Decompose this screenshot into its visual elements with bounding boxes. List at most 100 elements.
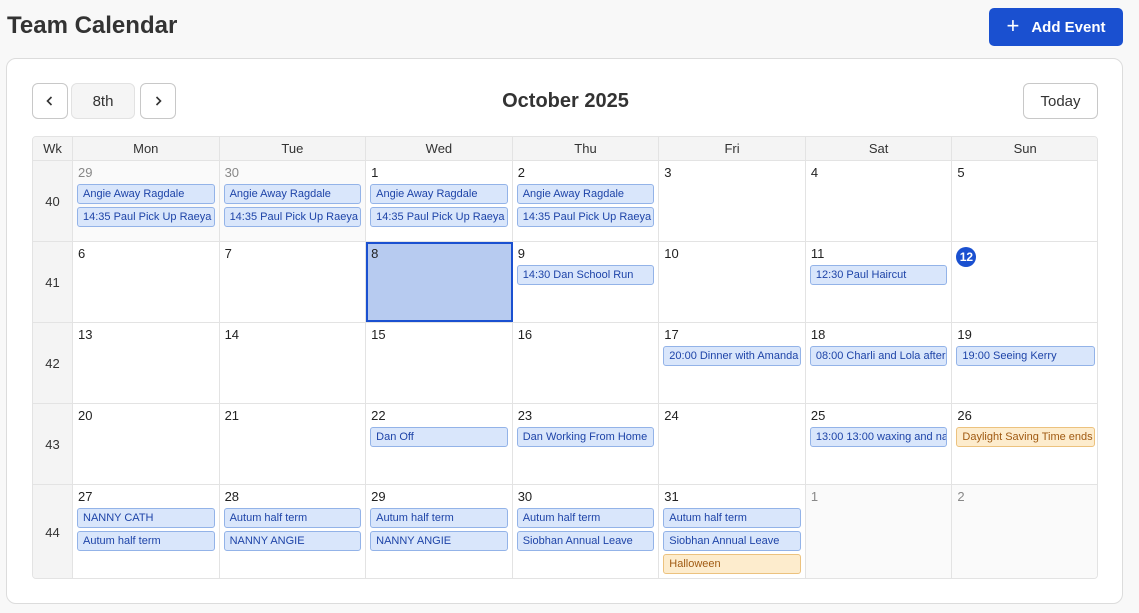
day-cell[interactable]: 31 Autum half term Siobhan Annual Leave Hal… — [659, 485, 806, 578]
day-cell[interactable]: 17 20:00 Dinner with Amanda — [659, 323, 806, 403]
event-chip[interactable]: Autum half term — [370, 508, 508, 528]
event-chip[interactable]: Angie Away Ragdale — [77, 184, 215, 204]
event-chip[interactable]: 08:00 Charli and Lola after swimming — [809, 346, 948, 366]
week-row: 42 13 14 15 16 17 20:00 Dinner with Amanda 18 08… — [33, 323, 1097, 404]
page-title: Team Calendar — [7, 12, 178, 39]
day-number: 7 — [224, 246, 232, 261]
day-cell[interactable]: 6 — [73, 242, 220, 322]
day-cell[interactable]: 30 Autum half term Siobhan Annual Leave — [512, 485, 660, 578]
event-chip[interactable]: Dan Off — [370, 427, 508, 447]
week-number: 43 — [33, 404, 73, 484]
day-cell[interactable]: 9 14:30 Dan School Run — [512, 242, 660, 322]
event-chip[interactable]: Autum half term — [663, 508, 801, 528]
day-cell[interactable]: 1 — [805, 485, 953, 578]
day-cell[interactable]: 4 — [805, 161, 953, 241]
day-cell[interactable]: 12 — [952, 242, 1097, 322]
event-chip[interactable]: 14:35 Paul Pick Up Raeya — [370, 207, 508, 227]
event-chip[interactable]: Angie Away Ragdale — [370, 184, 508, 204]
day-cell[interactable]: 20 — [73, 404, 220, 484]
day-number: 9 — [517, 246, 525, 261]
event-chip[interactable]: NANNY CATH — [77, 508, 215, 528]
day-cell[interactable]: 2 Angie Away Ragdale 14:35 Paul Pick Up Ra… — [512, 161, 660, 241]
holiday-chip[interactable]: Daylight Saving Time ends — [956, 427, 1095, 447]
week-number: 42 — [33, 323, 73, 403]
day-number: 13 — [78, 327, 93, 342]
event-chip[interactable]: Autum half term — [516, 508, 655, 528]
day-cell[interactable]: 23 Dan Working From Home — [512, 404, 660, 484]
day-number: 26 — [957, 408, 972, 423]
add-event-button[interactable]: + Add Event — [989, 8, 1123, 46]
day-cell[interactable]: 30 Angie Away Ragdale 14:35 Paul Pick Up R… — [219, 161, 367, 241]
day-number: 23 — [517, 408, 533, 423]
day-cell[interactable]: 21 — [219, 404, 367, 484]
day-cell[interactable]: 26 Daylight Saving Time ends — [952, 404, 1097, 484]
day-number: 30 — [224, 165, 240, 180]
day-number: 16 — [517, 327, 533, 342]
day-header-wed: Wed — [366, 137, 513, 161]
event-chip[interactable]: 14:35 Paul Pick Up Raeya — [223, 207, 362, 227]
day-number: 19 — [957, 327, 972, 342]
day-number: 1 — [810, 489, 819, 504]
day-cell[interactable]: 1 Angie Away Ragdale 14:35 Paul Pick Up Ra… — [366, 161, 513, 241]
event-chip[interactable]: 13:00 13:00 waxing and nails — [809, 427, 948, 447]
day-cell[interactable]: 29 Angie Away Ragdale 14:35 Paul Pick Up R… — [73, 161, 220, 241]
event-chip[interactable]: 14:30 Dan School Run — [516, 265, 655, 285]
day-number: 3 — [664, 165, 672, 180]
day-cell[interactable]: 16 — [512, 323, 660, 403]
event-chip[interactable]: Siobhan Annual Leave — [516, 531, 655, 551]
day-number: 30 — [517, 489, 533, 504]
event-chip[interactable]: 14:35 Paul Pick Up Raeya — [77, 207, 215, 227]
day-cell[interactable]: 14 — [219, 323, 367, 403]
day-cell[interactable]: 28 Autum half term NANNY ANGIE — [219, 485, 367, 578]
today-button[interactable]: Today — [1023, 83, 1098, 119]
event-chip[interactable]: Autum half term — [223, 508, 362, 528]
day-cell[interactable]: 2 — [952, 485, 1097, 578]
day-cell[interactable]: 11 12:30 Paul Haircut — [805, 242, 953, 322]
event-chip[interactable]: 19:00 Seeing Kerry — [956, 346, 1095, 366]
event-chip[interactable]: 12:30 Paul Haircut — [809, 265, 948, 285]
day-cell[interactable]: 15 — [366, 323, 513, 403]
day-cell[interactable]: 8 — [366, 242, 513, 322]
event-chip[interactable]: Siobhan Annual Leave — [663, 531, 801, 551]
day-number: 14 — [224, 327, 240, 342]
day-cell[interactable]: 7 — [219, 242, 367, 322]
event-chip[interactable]: Autum half term — [77, 531, 215, 551]
day-cell[interactable]: 29 Autum half term NANNY ANGIE — [366, 485, 513, 578]
week-number: 44 — [33, 485, 73, 578]
day-cell[interactable]: 19 19:00 Seeing Kerry — [952, 323, 1097, 403]
event-chip[interactable]: 20:00 Dinner with Amanda — [663, 346, 801, 366]
day-cell[interactable]: 22 Dan Off — [366, 404, 513, 484]
day-header-tue: Tue — [219, 137, 367, 161]
day-cell[interactable]: 25 13:00 13:00 waxing and nails — [805, 404, 953, 484]
day-cell[interactable]: 10 — [659, 242, 806, 322]
day-header-mon: Mon — [73, 137, 220, 161]
day-number: 12 — [956, 247, 1095, 267]
day-cell[interactable]: 5 — [952, 161, 1097, 241]
event-chip[interactable]: Angie Away Ragdale — [223, 184, 362, 204]
day-number: 29 — [371, 489, 386, 504]
event-chip[interactable]: NANNY ANGIE — [223, 531, 362, 551]
event-chip[interactable]: 14:35 Paul Pick Up Raeya — [516, 207, 655, 227]
today-indicator: 12 — [956, 247, 977, 267]
day-number: 6 — [78, 246, 86, 261]
week-row: 40 29 Angie Away Ragdale 14:35 Paul Pick Up… — [33, 161, 1097, 242]
day-number: 25 — [810, 408, 826, 423]
event-chip[interactable]: Angie Away Ragdale — [516, 184, 655, 204]
day-number: 10 — [664, 246, 679, 261]
week-number-header: Wk — [33, 137, 73, 161]
day-cell[interactable]: 24 — [659, 404, 806, 484]
day-number: 18 — [810, 327, 826, 342]
month-title: October 2025 — [502, 90, 629, 112]
holiday-chip[interactable]: Halloween — [663, 554, 801, 574]
day-number: 8 — [371, 246, 379, 261]
day-number: 4 — [810, 165, 819, 180]
event-chip[interactable]: NANNY ANGIE — [370, 531, 508, 551]
day-cell[interactable]: 3 — [659, 161, 806, 241]
day-header-sun: Sun — [952, 137, 1097, 161]
day-cell[interactable]: 18 08:00 Charli and Lola after swimming — [805, 323, 953, 403]
week-number: 41 — [33, 242, 73, 322]
event-chip[interactable]: Dan Working From Home — [516, 427, 655, 447]
day-cell[interactable]: 13 — [73, 323, 220, 403]
day-cell[interactable]: 27 NANNY CATH Autum half term — [73, 485, 220, 578]
day-header-fri: Fri — [659, 137, 806, 161]
